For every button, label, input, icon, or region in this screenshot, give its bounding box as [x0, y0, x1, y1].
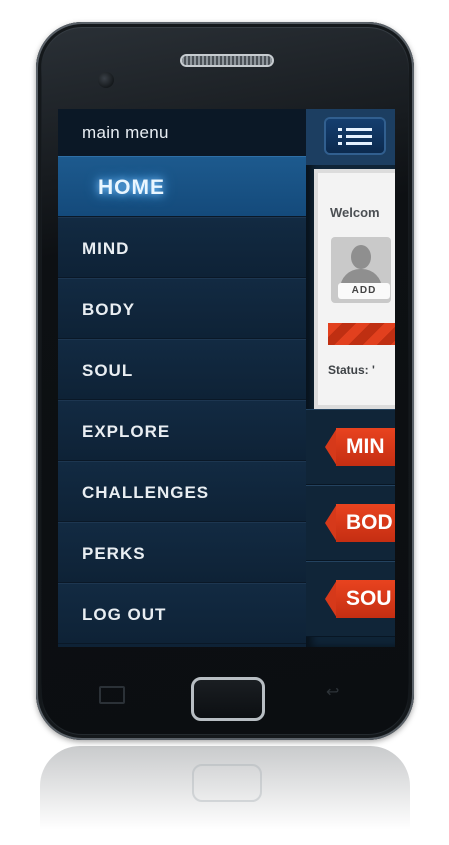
list-icon-line	[338, 128, 372, 131]
menu-item-perks[interactable]: PERKS	[58, 522, 306, 583]
main-content-peek: Welcom ADD Status: ' MIN BOD SOU	[306, 109, 395, 647]
add-photo-button[interactable]: ADD	[338, 283, 390, 299]
menu-hardware-key-icon[interactable]	[99, 686, 125, 704]
welcome-text: Welcom	[330, 205, 380, 220]
menu-item-home[interactable]: HOME	[58, 156, 306, 217]
section-label: BOD	[336, 504, 395, 542]
list-icon-line	[338, 142, 372, 145]
top-bar	[306, 109, 395, 165]
menu-item-challenges[interactable]: CHALLENGES	[58, 461, 306, 522]
side-menu: main menu HOME MIND BODY SOUL EXPLORE CH…	[58, 109, 306, 647]
back-hardware-key-icon[interactable]: ↩	[326, 682, 339, 702]
menu-title: main menu	[58, 109, 306, 156]
front-camera	[98, 72, 114, 88]
menu-toggle-button[interactable]	[326, 119, 384, 153]
section-label: SOU	[336, 580, 395, 618]
menu-item-soul[interactable]: SOUL	[58, 339, 306, 400]
section-label: MIN	[336, 428, 395, 466]
list-icon-line	[338, 135, 372, 138]
status-text: Status: '	[328, 363, 375, 377]
earpiece-speaker	[182, 56, 272, 65]
section-mind[interactable]: MIN	[306, 409, 395, 485]
avatar-head	[351, 245, 371, 269]
menu-item-explore[interactable]: EXPLORE	[58, 400, 306, 461]
menu-item-body[interactable]: BODY	[58, 278, 306, 339]
menu-item-log-out[interactable]: LOG OUT	[58, 583, 306, 644]
progress-bar	[328, 323, 395, 345]
section-body[interactable]: BOD	[306, 485, 395, 561]
menu-item-mind[interactable]: MIND	[58, 217, 306, 278]
reflected-home-button	[192, 764, 262, 802]
phone-reflection	[40, 746, 410, 845]
app-screen: main menu HOME MIND BODY SOUL EXPLORE CH…	[58, 109, 395, 647]
section-soul[interactable]: SOU	[306, 561, 395, 637]
home-hardware-button[interactable]	[191, 677, 265, 721]
